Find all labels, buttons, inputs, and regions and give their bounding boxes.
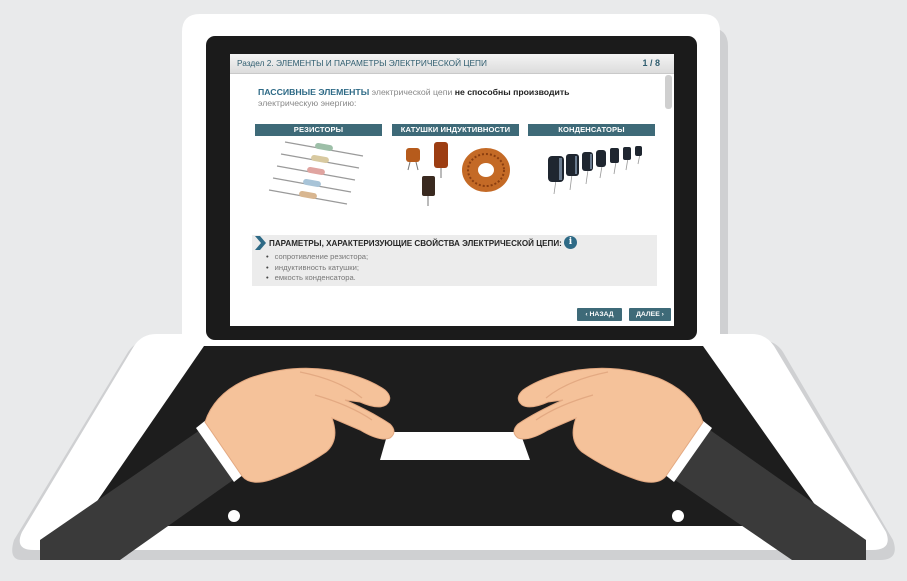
capacitor-bodies — [548, 146, 642, 182]
intro-bold: не способны производить — [454, 87, 570, 97]
resistors-label: РЕЗИСТОРЫ — [255, 124, 382, 136]
back-button[interactable]: ‹ НАЗАД — [577, 308, 622, 321]
parameters-list: сопротивление резистора; индуктивность к… — [266, 252, 368, 284]
capacitors-image — [548, 146, 642, 195]
right-cufflink — [672, 510, 684, 522]
intro-part1: электрической цепи — [369, 87, 455, 97]
inductors-label: КАТУШКИ ИНДУКТИВНОСТИ — [392, 124, 519, 136]
section-title: Раздел 2. ЭЛЕМЕНТЫ И ПАРАМЕТРЫ ЭЛЕКТРИЧЕ… — [237, 58, 487, 68]
small-coil — [406, 148, 420, 171]
scrollbar[interactable] — [665, 75, 672, 325]
intro-part2: электрическую энергию: — [258, 98, 357, 108]
lesson-header: Раздел 2. ЭЛЕМЕНТЫ И ПАРАМЕТРЫ ЭЛЕКТРИЧЕ… — [230, 54, 674, 74]
page-counter: 1 / 8 — [642, 58, 660, 68]
intro-text: ПАССИВНЫЕ ЭЛЕМЕНТЫ электрической цепи не… — [258, 87, 618, 109]
toroid-coil — [462, 148, 510, 192]
left-cufflink — [228, 510, 240, 522]
parameters-panel: ПАРАМЕТРЫ, ХАРАКТЕРИЗУЮЩИЕ СВОЙСТВА ЭЛЕК… — [252, 235, 657, 286]
next-button[interactable]: ДАЛЕЕ › — [629, 308, 671, 321]
tall-coil — [434, 142, 448, 178]
list-item: индуктивность катушки; — [266, 263, 368, 274]
info-icon[interactable]: i — [564, 236, 577, 249]
intro-highlight: ПАССИВНЫЕ ЭЛЕМЕНТЫ — [258, 87, 370, 97]
list-item: емкость конденсатора. — [266, 273, 368, 284]
inductors-image — [406, 142, 510, 206]
resistors-image — [268, 141, 364, 205]
parameters-title: ПАРАМЕТРЫ, ХАРАКТЕРИЗУЮЩИЕ СВОЙСТВА ЭЛЕК… — [269, 239, 562, 248]
chevron-right-icon — [255, 236, 266, 250]
screen-content: Раздел 2. ЭЛЕМЕНТЫ И ПАРАМЕТРЫ ЭЛЕКТРИЧЕ… — [230, 54, 674, 326]
dark-coil — [422, 176, 435, 206]
trackpad — [380, 432, 530, 460]
capacitors-label: КОНДЕНСАТОРЫ — [528, 124, 655, 136]
scrollbar-thumb[interactable] — [665, 75, 672, 109]
list-item: сопротивление резистора; — [266, 252, 368, 263]
